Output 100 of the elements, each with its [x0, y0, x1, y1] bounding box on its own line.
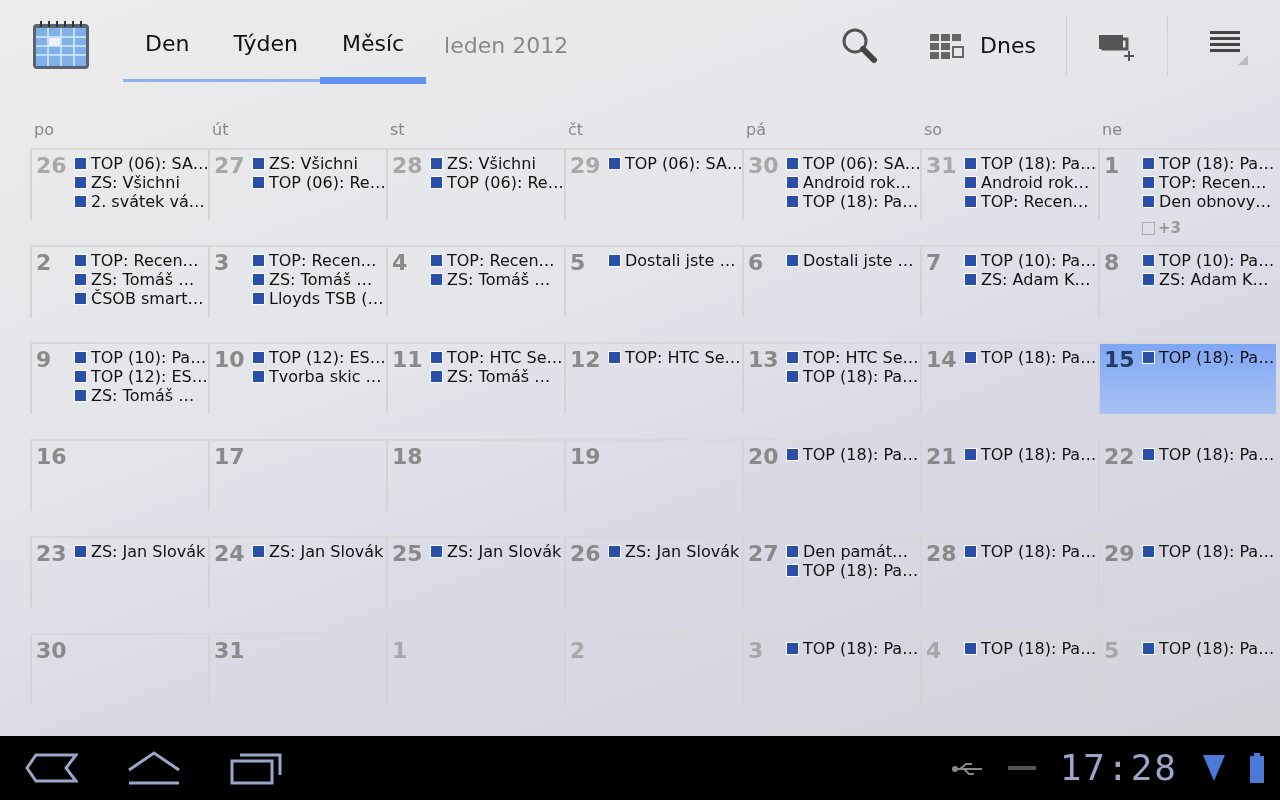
view-tab[interactable]: Měsíc — [319, 9, 427, 84]
day-cell[interactable]: 29 TOP (06): SA… — [564, 150, 742, 220]
day-cell[interactable]: 21 TOP (18): Pa… — [920, 441, 1098, 511]
day-cell[interactable]: 24 ZS: Jan Slovák — [208, 538, 386, 608]
event-color-icon — [74, 389, 87, 402]
event-title[interactable]: ČSOB smart… — [91, 289, 204, 308]
today-cell[interactable]: 15 TOP (18): Pa… — [1098, 344, 1276, 414]
event-title[interactable]: 2. svátek vá… — [91, 192, 205, 211]
day-cell[interactable]: 2 TOP: Recen… ZS: Tomáš … ČSOB smart… — [30, 247, 208, 317]
day-cell[interactable]: 31 TOP (18): Pa… Android rok… TOP: Recen… — [920, 150, 1098, 220]
day-cell[interactable]: 22 TOP (18): Pa… — [1098, 441, 1276, 511]
event-title[interactable]: TOP (18): Pa… — [1159, 348, 1275, 367]
day-cell[interactable]: 26 TOP (06): SA… ZS: Všichni 2. svátek vá… — [30, 150, 208, 220]
day-cell[interactable]: 29 TOP (18): Pa… — [1098, 538, 1276, 608]
event-title[interactable]: TOP (18): Pa… — [1159, 154, 1275, 173]
day-cell[interactable]: 7 TOP (10): Pa… ZS: Adam K… — [920, 247, 1098, 317]
day-cell[interactable]: 3 TOP (18): Pa… — [742, 635, 920, 705]
event-title[interactable]: Lloyds TSB (… — [269, 289, 384, 308]
day-cell[interactable]: 5 Dostali jste … — [564, 247, 742, 317]
event-title[interactable]: TOP (12): ES… — [91, 367, 208, 386]
day-number: 24 — [214, 542, 246, 568]
day-cell[interactable]: 27 ZS: Všichni TOP (06): Re… — [208, 150, 386, 220]
event-title[interactable]: ZS: Adam K… — [981, 270, 1091, 289]
event-title[interactable]: TOP: Recen… — [447, 251, 555, 270]
day-cell[interactable]: 28 ZS: Všichni TOP (06): Re… — [386, 150, 564, 220]
event-title[interactable]: ZS: Tomáš … — [447, 367, 551, 386]
event-title[interactable]: Den obnovy… — [1159, 192, 1272, 211]
event-title[interactable]: ZS: Adam K… — [1159, 270, 1269, 289]
event-title[interactable]: TOP (18): Pa… — [981, 639, 1097, 658]
view-tab[interactable]: Týden — [211, 8, 320, 82]
event-title[interactable]: TOP (18): Pa… — [803, 192, 919, 211]
event-title[interactable]: TOP (06): Re… — [269, 173, 386, 192]
event-title[interactable]: TOP: HTC Se… — [447, 348, 563, 367]
event-title[interactable]: TOP (18): Pa… — [803, 639, 919, 658]
event-title[interactable]: TOP (18): Pa… — [803, 367, 919, 386]
event-title[interactable]: TOP (12): ES… — [269, 348, 386, 367]
day-cell[interactable]: 20 TOP (18): Pa… — [742, 441, 920, 511]
event-title[interactable]: ZS: Jan Slovák — [269, 542, 384, 561]
event-title[interactable]: TOP (18): Pa… — [803, 561, 919, 580]
event-title[interactable]: TOP (06): SA… — [803, 154, 921, 173]
day-cell[interactable]: 25 ZS: Jan Slovák — [386, 538, 564, 608]
day-cell[interactable]: 10 TOP (12): ES… Tvorba skic … — [208, 344, 386, 414]
day-cell[interactable]: 30 TOP (06): SA… Android rok… TOP (18): Pa… — [742, 150, 920, 220]
event-title[interactable]: ZS: Všichni — [269, 154, 358, 173]
day-cell[interactable]: 23 ZS: Jan Slovák — [30, 538, 208, 608]
day-cell[interactable]: 6 Dostali jste … — [742, 247, 920, 317]
day-cell[interactable]: 8 TOP (10): Pa… ZS: Adam K… — [1098, 247, 1276, 317]
event-title[interactable]: ZS: Jan Slovák — [625, 542, 740, 561]
day-cell[interactable]: 11 TOP: HTC Se… ZS: Tomáš … — [386, 344, 564, 414]
event-title[interactable]: ZS: Tomáš … — [91, 386, 195, 405]
today-button[interactable]: Dnes — [924, 27, 1042, 63]
event-title[interactable]: TOP (18): Pa… — [981, 154, 1097, 173]
day-cell[interactable]: 26 ZS: Jan Slovák — [564, 538, 742, 608]
event-title[interactable]: ZS: Jan Slovák — [91, 542, 206, 561]
day-number: 13 — [748, 348, 780, 374]
day-cell[interactable]: 28 TOP (18): Pa… — [920, 538, 1098, 608]
day-cell[interactable]: 27 Den památ… TOP (18): Pa… — [742, 538, 920, 608]
home-icon[interactable] — [126, 750, 182, 786]
event-title[interactable]: ZS: Tomáš … — [447, 270, 551, 289]
event-title[interactable]: TOP (18): Pa… — [1159, 542, 1275, 561]
event-title[interactable]: TOP (18): Pa… — [981, 445, 1097, 464]
day-cell[interactable]: 4 TOP (18): Pa… — [920, 635, 1098, 705]
event-title[interactable]: ZS: Tomáš … — [269, 270, 373, 289]
back-icon[interactable] — [24, 752, 78, 784]
event-title[interactable]: TOP: HTC Se… — [625, 348, 741, 367]
event-title[interactable]: TOP (18): Pa… — [1159, 445, 1275, 464]
event-title[interactable]: Den památ… — [803, 542, 908, 561]
event-title[interactable]: TOP (18): Pa… — [981, 542, 1097, 561]
day-cell[interactable]: 4 TOP: Recen… ZS: Tomáš … — [386, 247, 564, 317]
event-title[interactable]: Android rok… — [981, 173, 1090, 192]
day-cell[interactable]: 12 TOP: HTC Se… — [564, 344, 742, 414]
event-title[interactable]: Tvorba skic … — [269, 367, 382, 386]
event-title[interactable]: TOP: Recen… — [91, 251, 199, 270]
app-calendar-icon[interactable] — [32, 20, 90, 70]
event-title[interactable]: TOP (06): SA… — [625, 154, 743, 173]
event-title[interactable]: Dostali jste … — [625, 251, 736, 270]
event-title[interactable]: Dostali jste … — [803, 251, 914, 270]
event-title[interactable]: TOP: Recen… — [981, 192, 1089, 211]
event-title[interactable]: TOP (06): SA… — [91, 154, 209, 173]
event-title[interactable]: Android rok… — [803, 173, 912, 192]
day-cell[interactable]: 3 TOP: Recen… ZS: Tomáš … Lloyds TSB (… — [208, 247, 386, 317]
day-cell[interactable]: 13 TOP: HTC Se… TOP (18): Pa… — [742, 344, 920, 414]
day-cell[interactable]: 9 TOP (10): Pa… TOP (12): ES… ZS: Tomáš … — [30, 344, 208, 414]
event-title[interactable]: TOP (18): Pa… — [803, 445, 919, 464]
event-color-icon — [252, 351, 265, 364]
event-title[interactable]: TOP (18): Pa… — [981, 348, 1097, 367]
event-title[interactable]: TOP (10): Pa… — [91, 348, 207, 367]
event-title[interactable]: TOP: Recen… — [269, 251, 377, 270]
event-title[interactable]: TOP (10): Pa… — [1159, 251, 1275, 270]
event-title[interactable]: ZS: Jan Slovák — [447, 542, 562, 561]
event-title[interactable]: TOP (06): Re… — [447, 173, 564, 192]
event-title[interactable]: TOP (18): Pa… — [1159, 639, 1275, 658]
view-tab[interactable]: Den — [123, 8, 212, 82]
event-title[interactable]: TOP: HTC Se… — [803, 348, 919, 367]
event-title[interactable]: TOP (10): Pa… — [981, 251, 1097, 270]
event-title[interactable]: ZS: Všichni — [447, 154, 536, 173]
event-title[interactable]: TOP: Recen… — [1159, 173, 1267, 192]
recent-apps-icon[interactable] — [230, 751, 282, 785]
event-title[interactable]: ZS: Všichni — [91, 173, 180, 192]
event-title[interactable]: ZS: Tomáš … — [91, 270, 195, 289]
